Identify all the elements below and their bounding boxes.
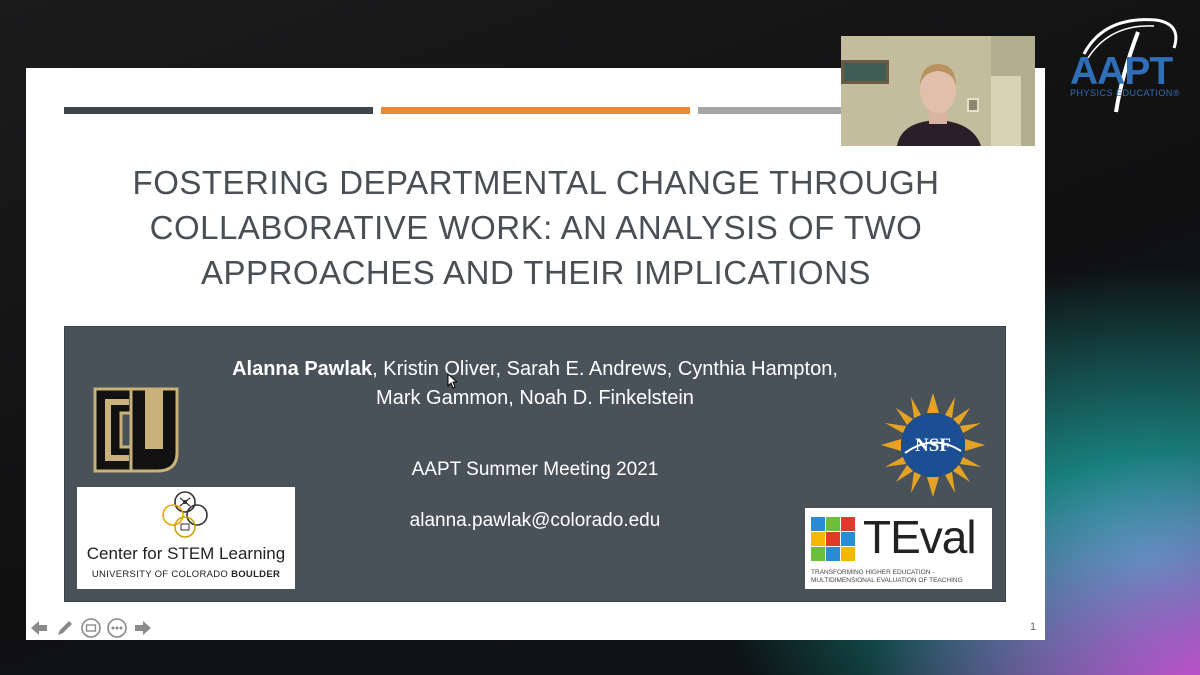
info-panel: Alanna Pawlak, Kristin Oliver, Sarah E. … bbox=[64, 326, 1006, 602]
author-list: Alanna Pawlak, Kristin Oliver, Sarah E. … bbox=[175, 355, 895, 413]
mouse-cursor-icon bbox=[447, 373, 457, 389]
nsf-logo: NSF bbox=[881, 393, 985, 497]
meeting-name: AAPT Summer Meeting 2021 bbox=[411, 459, 659, 480]
authors-line-2: Mark Gammon, Noah D. Finkelstein bbox=[376, 387, 694, 409]
slideshow-controls bbox=[28, 617, 154, 639]
lead-author: Alanna Pawlak bbox=[232, 358, 373, 380]
contact-email: alanna.pawlak@colorado.edu bbox=[409, 510, 661, 531]
slide-title: FOSTERING DEPARTMENTAL CHANGE THROUGH CO… bbox=[66, 160, 1006, 295]
teval-wordmark: TEval bbox=[863, 511, 977, 563]
slides-icon[interactable] bbox=[80, 617, 102, 639]
cu-logo: CU bbox=[93, 387, 179, 473]
teval-tagline: TRANSFORMING HIGHER EDUCATION - MULTIDIM… bbox=[811, 569, 963, 584]
aapt-watermark: AAPT PHYSICS EDUCATION® bbox=[1064, 14, 1190, 114]
title-line-1: FOSTERING DEPARTMENTAL CHANGE THROUGH bbox=[132, 164, 940, 201]
teval-mosaic-icon bbox=[811, 517, 855, 561]
accent-bar-orange bbox=[381, 107, 690, 114]
title-line-3: APPROACHES AND THEIR IMPLICATIONS bbox=[201, 254, 871, 291]
svg-text:NSF: NSF bbox=[915, 435, 951, 456]
teval-logo: TEval TRANSFORMING HIGHER EDUCATION - MU… bbox=[805, 508, 992, 589]
atom-rings-icon bbox=[162, 491, 208, 538]
slide-number: 1 bbox=[1030, 621, 1037, 633]
aapt-tagline: PHYSICS EDUCATION® bbox=[1070, 88, 1180, 98]
stem-center-logo: Center for STEM Learning UNIVERSITY OF C… bbox=[77, 487, 295, 589]
stem-logo-subtitle: UNIVERSITY OF COLORADO BOULDER bbox=[91, 569, 281, 580]
presenter-webcam bbox=[841, 36, 1035, 146]
authors-line-1: , Kristin Oliver, Sarah E. Andrews, Cynt… bbox=[372, 358, 838, 380]
arrow-left-icon[interactable] bbox=[28, 617, 50, 639]
stem-logo-title: Center for STEM Learning bbox=[86, 544, 286, 563]
accent-bar-dark bbox=[64, 107, 373, 114]
more-icon[interactable] bbox=[106, 617, 128, 639]
pen-icon[interactable] bbox=[54, 617, 76, 639]
presenter-video bbox=[841, 36, 1035, 146]
title-line-2: COLLABORATIVE WORK: AN ANALYSIS OF TWO bbox=[149, 209, 923, 246]
presentation-slide: FOSTERING DEPARTMENTAL CHANGE THROUGH CO… bbox=[26, 68, 1045, 640]
arrow-right-icon[interactable] bbox=[132, 617, 154, 639]
